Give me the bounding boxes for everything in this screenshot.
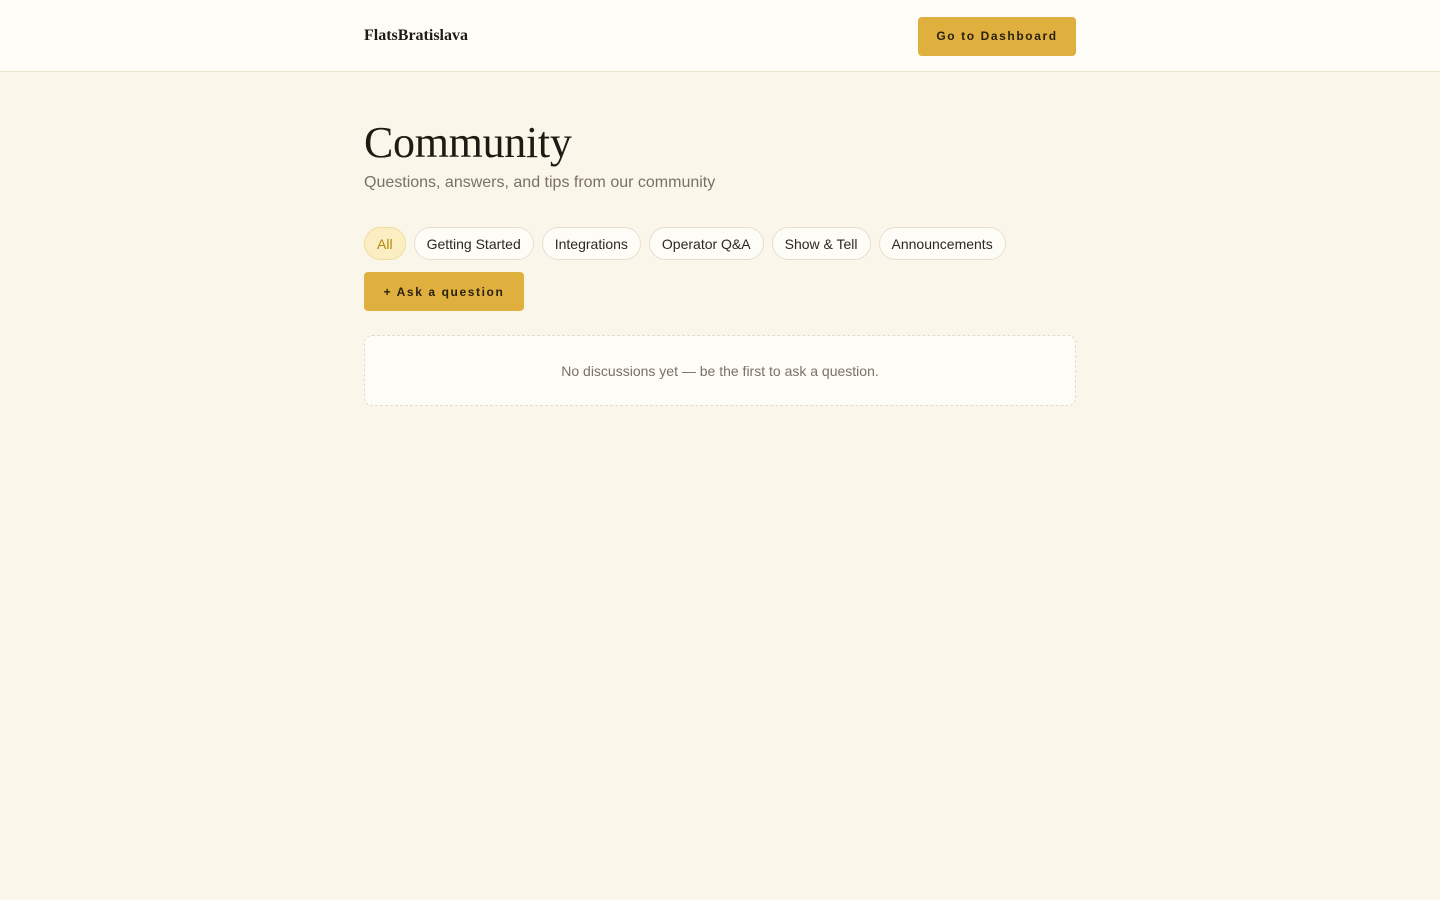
- filter-chip-announcements[interactable]: Announcements: [878, 227, 1006, 260]
- page-title: Community: [364, 118, 572, 167]
- top-bar: FlatsBratislava Go to Dashboard: [0, 0, 1440, 72]
- main-content: Community Questions, answers, and tips f…: [364, 72, 1076, 406]
- filter-chip-operator-qa[interactable]: Operator Q&A: [648, 227, 764, 260]
- top-bar-inner: FlatsBratislava Go to Dashboard: [364, 0, 1076, 71]
- go-to-dashboard-button[interactable]: Go to Dashboard: [918, 16, 1076, 56]
- empty-state-message: No discussions yet — be the first to ask…: [561, 362, 879, 379]
- filter-chip-show-and-tell[interactable]: Show & Tell: [771, 227, 871, 260]
- category-filter-bar: All Getting Started Integrations Operato…: [364, 227, 1076, 260]
- brand-logo[interactable]: FlatsBratislava: [364, 27, 468, 45]
- filter-chip-getting-started[interactable]: Getting Started: [413, 227, 534, 260]
- page-subtitle: Questions, answers, and tips from our co…: [364, 174, 716, 191]
- filter-chip-all[interactable]: All: [364, 227, 406, 260]
- filter-chip-integrations[interactable]: Integrations: [541, 227, 641, 260]
- ask-question-button[interactable]: + Ask a question: [364, 272, 524, 311]
- empty-discussions-state: No discussions yet — be the first to ask…: [364, 335, 1076, 406]
